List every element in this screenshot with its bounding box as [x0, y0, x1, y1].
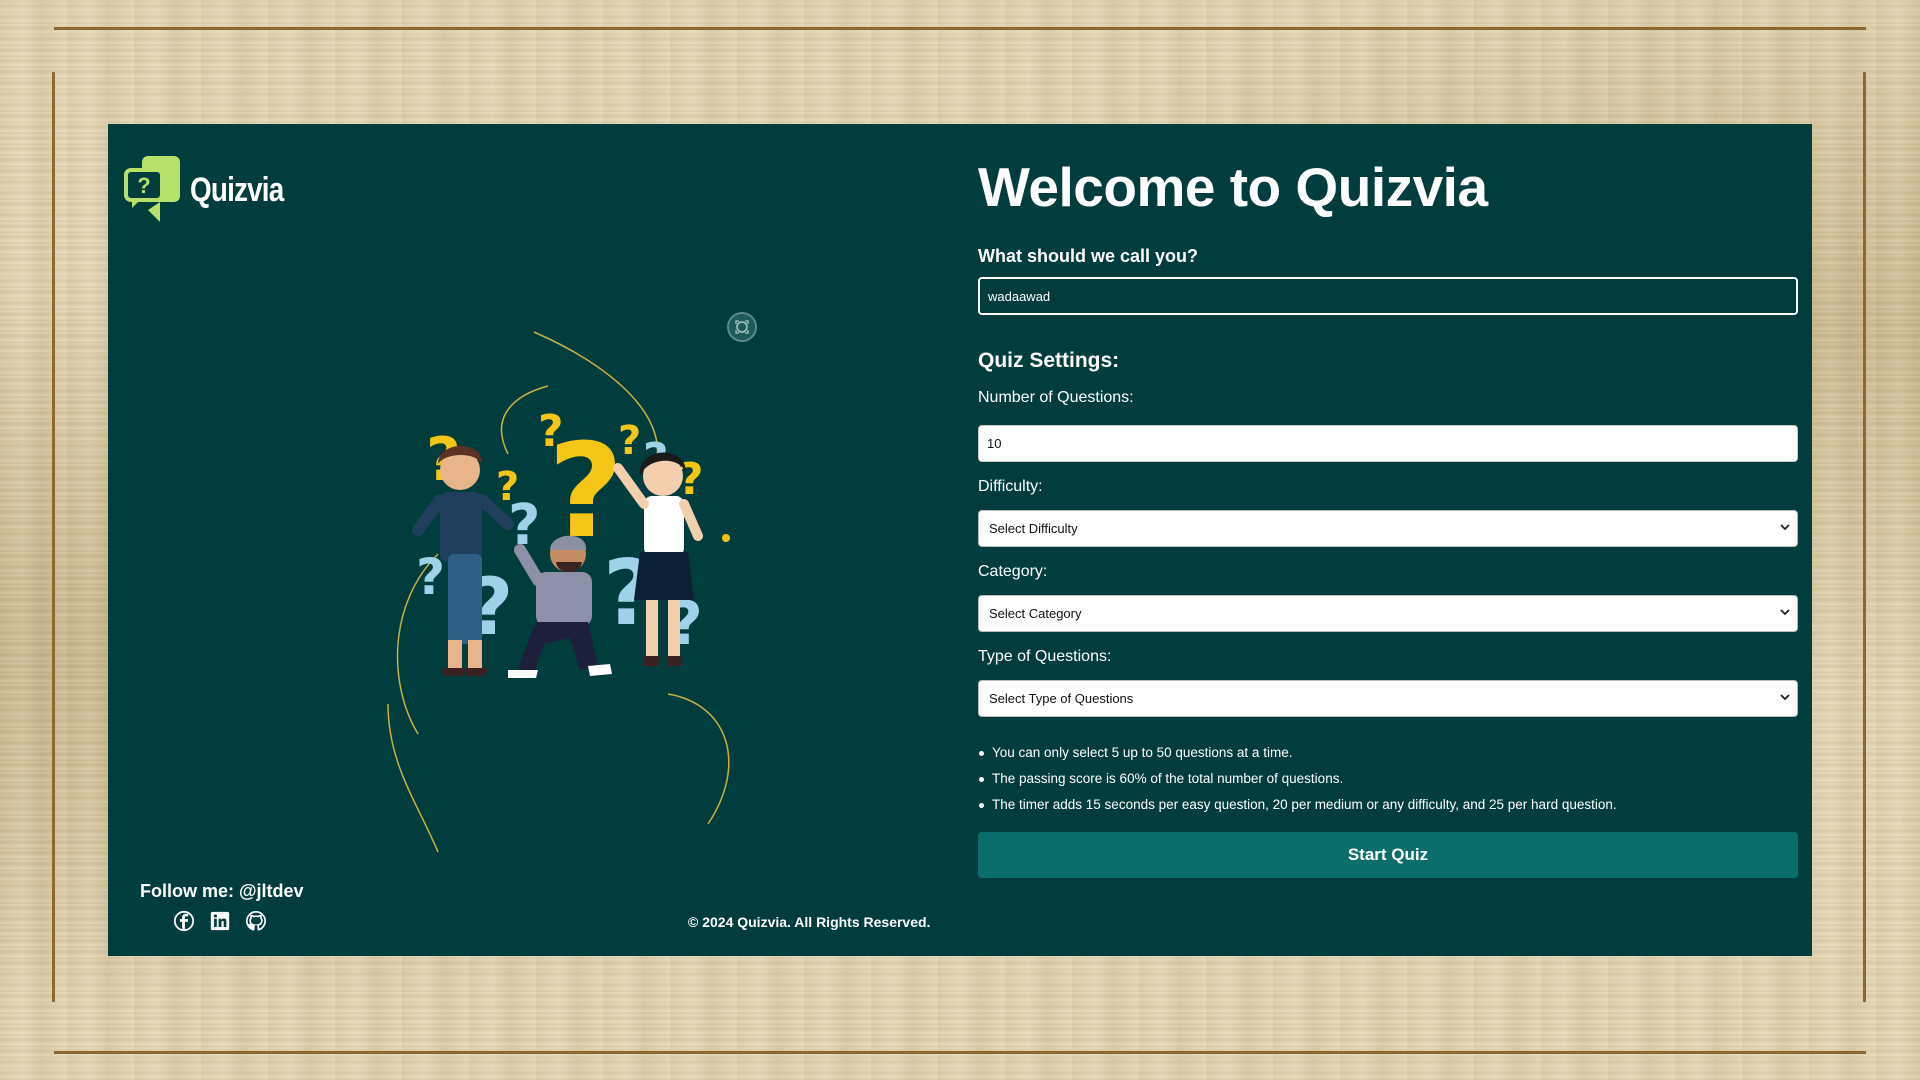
github-icon[interactable] [244, 909, 268, 933]
frame-left-border [52, 72, 55, 1002]
rule-item: The passing score is 60% of the total nu… [979, 771, 1798, 786]
logo[interactable]: ? Quizvia [124, 154, 304, 226]
frame-top-border [54, 27, 1866, 30]
page-title: Welcome to Quizvia [978, 156, 1488, 218]
category-label: Category: [978, 563, 1048, 580]
num-questions-label: Number of Questions: [978, 389, 1134, 406]
settings-title: Quiz Settings: [978, 349, 1120, 372]
num-questions-input[interactable] [978, 425, 1798, 462]
svg-text:?: ? [137, 173, 150, 198]
difficulty-select[interactable]: Select Difficulty [978, 510, 1798, 547]
difficulty-label: Difficulty: [978, 478, 1043, 495]
linkedin-icon[interactable] [208, 909, 232, 933]
type-select-value: Select Type of Questions [978, 680, 1798, 717]
rule-item: You can only select 5 up to 50 questions… [979, 745, 1798, 760]
chevron-down-icon [1780, 609, 1790, 616]
type-label: Type of Questions: [978, 648, 1112, 665]
name-input[interactable] [978, 277, 1798, 315]
difficulty-select-value: Select Difficulty [978, 510, 1798, 547]
social-links [172, 909, 268, 933]
chevron-down-icon [1780, 524, 1790, 531]
copyright-text: © 2024 Quizvia. All Rights Reserved. [688, 914, 931, 930]
quiz-card: ? Quizvia ? ? ? ? ? ? ? ? ? ? ? ? [108, 124, 1812, 956]
frame-right-border [1863, 72, 1866, 1002]
type-select[interactable]: Select Type of Questions [978, 680, 1798, 717]
quiz-rules-list: You can only select 5 up to 50 questions… [978, 745, 1798, 812]
name-label: What should we call you? [978, 246, 1199, 266]
facebook-icon[interactable] [172, 909, 196, 933]
category-select[interactable]: Select Category [978, 595, 1798, 632]
frame-bottom-border [54, 1051, 1866, 1054]
svg-text:?: ? [618, 418, 641, 464]
rule-item: The timer adds 15 seconds per easy quest… [979, 797, 1798, 812]
category-select-value: Select Category [978, 595, 1798, 632]
quiz-settings-panel: Welcome to Quizvia What should we call y… [978, 160, 1798, 878]
start-quiz-button[interactable]: Start Quiz [978, 832, 1798, 878]
follow-text: Follow me: @jltdev [140, 881, 304, 901]
logo-chat-icon: ? [124, 156, 180, 222]
chevron-down-icon [1780, 694, 1790, 701]
quiz-illustration: ? ? ? ? ? ? ? ? ? ? ? ? [387, 331, 730, 853]
logo-text: Quizvia [190, 170, 284, 209]
